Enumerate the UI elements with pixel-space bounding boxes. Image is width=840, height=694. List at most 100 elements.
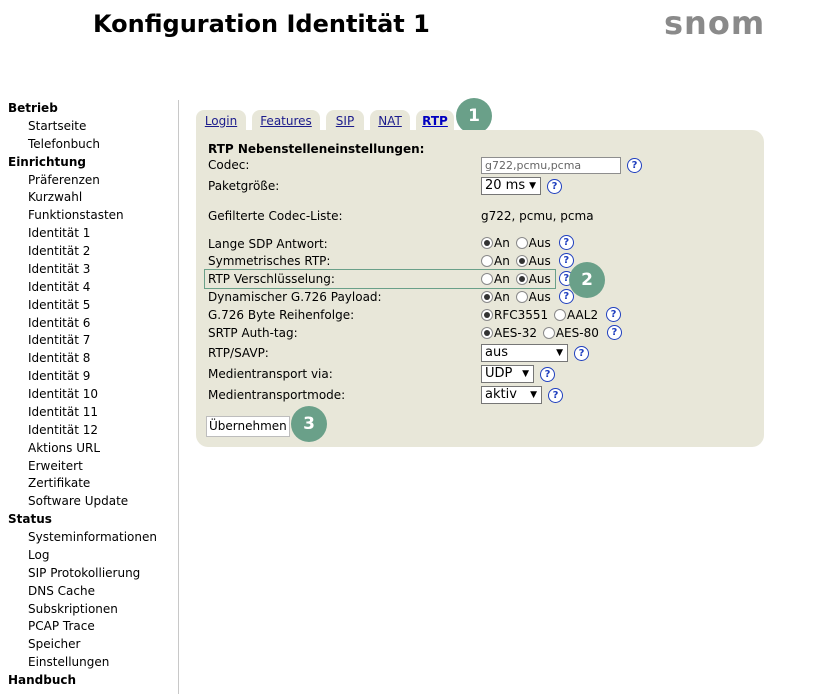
symmetric-rtp-on-radio[interactable] — [481, 254, 493, 267]
sidebar-item[interactable]: Identität 8 — [0, 350, 178, 368]
tab-login[interactable]: Login — [196, 110, 246, 130]
codec-input[interactable]: g722,pcmu,pcma — [481, 157, 621, 174]
sidebar-item[interactable]: Software Update — [0, 493, 178, 511]
g726-payload-help-icon[interactable]: ? — [558, 289, 574, 304]
aal2-radio[interactable] — [554, 308, 566, 321]
sidebar-item[interactable]: Präferenzen — [0, 172, 178, 190]
sidebar-item[interactable]: Identität 11 — [0, 404, 178, 422]
sidebar-link[interactable]: DNS Cache — [28, 584, 95, 598]
media-transport-select[interactable]: UDP ▼ — [481, 365, 534, 383]
sidebar-item[interactable]: Zertifikate — [0, 475, 178, 493]
sidebar-item[interactable]: Identität 6 — [0, 315, 178, 333]
tab-sip[interactable]: SIP — [326, 110, 364, 130]
packet-size-select[interactable]: 20 ms ▼ — [481, 177, 541, 195]
sidebar-item[interactable]: Identität 10 — [0, 386, 178, 404]
sidebar-link[interactable]: PCAP Trace — [28, 619, 95, 633]
aes80-radio[interactable] — [542, 326, 555, 339]
sidebar-item[interactable]: Identität 7 — [0, 332, 178, 350]
sidebar-link[interactable]: Identität 9 — [28, 369, 90, 383]
sidebar-link[interactable]: Identität 10 — [28, 387, 98, 401]
g726-payload-on-radio[interactable] — [481, 290, 493, 303]
symmetric-rtp-help-icon[interactable]: ? — [558, 253, 574, 268]
sidebar-link[interactable]: Aktions URL — [28, 441, 100, 455]
sidebar-link[interactable]: Identität 7 — [28, 333, 90, 347]
g726-payload-off-radio[interactable] — [515, 290, 528, 303]
tab-rtp-link[interactable]: RTP — [422, 114, 448, 128]
sidebar-link[interactable]: Log — [28, 548, 49, 562]
media-transport-mode-select[interactable]: aktiv ▼ — [481, 386, 542, 404]
sidebar-item[interactable]: Speicher — [0, 636, 178, 654]
sidebar-item[interactable]: Identität 9 — [0, 368, 178, 386]
tab-nat-link[interactable]: NAT — [378, 114, 402, 128]
rtp-savp-select[interactable]: aus ▼ — [481, 344, 568, 362]
sidebar-item[interactable]: Identität 1 — [0, 225, 178, 243]
rtp-savp-help-icon[interactable]: ? — [574, 345, 589, 361]
sidebar-link[interactable]: Software Update — [28, 494, 128, 508]
packet-size-help-icon[interactable]: ? — [547, 178, 562, 194]
aes32-radio[interactable] — [481, 326, 493, 339]
long-sdp-on-radio[interactable] — [481, 236, 493, 249]
sidebar-link[interactable]: Startseite — [28, 119, 86, 133]
rfc3551-radio[interactable] — [481, 308, 493, 321]
sidebar-link[interactable]: Kurzwahl — [28, 190, 82, 204]
sidebar-item[interactable]: Erweitert — [0, 458, 178, 476]
media-transport-mode-help-icon[interactable]: ? — [548, 387, 563, 403]
long-sdp-off-label: Aus — [528, 235, 551, 250]
sidebar-link[interactable]: Identität 12 — [28, 423, 98, 437]
sidebar-link[interactable]: Zertifikate — [28, 476, 90, 490]
sidebar-link[interactable]: Speicher — [28, 637, 80, 651]
tab-features[interactable]: Features — [252, 110, 320, 130]
sidebar-link[interactable]: Präferenzen — [28, 173, 100, 187]
sidebar-link[interactable]: Identität 1 — [28, 226, 90, 240]
sidebar-link[interactable]: Identität 11 — [28, 405, 98, 419]
sidebar-item[interactable]: Aktions URL — [0, 440, 178, 458]
sidebar-item[interactable]: Einstellungen — [0, 654, 178, 672]
sidebar-item[interactable]: Startseite — [0, 118, 178, 136]
sidebar-item[interactable]: SIP Protokollierung — [0, 565, 178, 583]
sidebar-item[interactable]: Identität 3 — [0, 261, 178, 279]
sidebar-link[interactable]: Funktionstasten — [28, 208, 124, 222]
sidebar-link[interactable]: Identität 3 — [28, 262, 90, 276]
sidebar-item[interactable]: Telefonbuch — [0, 136, 178, 154]
sidebar-link[interactable]: Einstellungen — [28, 655, 109, 669]
sidebar-link[interactable]: Identität 4 — [28, 280, 90, 294]
rtp-encryption-on-radio[interactable] — [481, 272, 493, 285]
sidebar-item[interactable]: Funktionstasten — [0, 207, 178, 225]
rtp-encryption-off-radio[interactable] — [515, 272, 528, 285]
long-sdp-label: Lange SDP Antwort: — [208, 237, 328, 251]
sidebar-item[interactable]: Systeminformationen — [0, 529, 178, 547]
sidebar-link[interactable]: SIP Protokollierung — [28, 566, 140, 580]
sidebar-link[interactable]: Identität 6 — [28, 316, 90, 330]
g726-byte-order-help-icon[interactable]: ? — [606, 307, 622, 322]
sidebar-item[interactable]: Kurzwahl — [0, 189, 178, 207]
sidebar-link[interactable]: Identität 8 — [28, 351, 90, 365]
sidebar-link[interactable]: Erweitert — [28, 459, 83, 473]
sidebar-item[interactable]: Identität 4 — [0, 279, 178, 297]
rtp-savp-label: RTP/SAVP: — [208, 346, 269, 360]
sidebar-item[interactable]: Log — [0, 547, 178, 565]
long-sdp-off-radio[interactable] — [515, 236, 528, 249]
tab-rtp[interactable]: RTP — [416, 110, 454, 130]
apply-button[interactable]: Übernehmen — [206, 416, 290, 437]
sidebar-link[interactable]: Identität 2 — [28, 244, 90, 258]
sidebar-link[interactable]: Telefonbuch — [28, 137, 100, 151]
sidebar-item[interactable]: Identität 2 — [0, 243, 178, 261]
symmetric-rtp-off-radio[interactable] — [515, 254, 528, 267]
codec-help-icon[interactable]: ? — [627, 158, 642, 173]
media-transport-help-icon[interactable]: ? — [540, 366, 555, 382]
long-sdp-help-icon[interactable]: ? — [558, 235, 574, 250]
tab-login-link[interactable]: Login — [205, 114, 237, 128]
tab-features-link[interactable]: Features — [260, 114, 312, 128]
sidebar-link[interactable]: Subskriptionen — [28, 602, 118, 616]
sidebar-item[interactable]: Identität 12 — [0, 422, 178, 440]
sidebar-link[interactable]: Identität 5 — [28, 298, 90, 312]
g726-payload-on-label: An — [494, 289, 510, 304]
tab-sip-link[interactable]: SIP — [336, 114, 354, 128]
sidebar-item[interactable]: DNS Cache — [0, 583, 178, 601]
sidebar-item[interactable]: PCAP Trace — [0, 618, 178, 636]
sidebar-item[interactable]: Subskriptionen — [0, 601, 178, 619]
sidebar-link[interactable]: Systeminformationen — [28, 530, 157, 544]
sidebar-item[interactable]: Identität 5 — [0, 297, 178, 315]
tab-nat[interactable]: NAT — [370, 110, 410, 130]
srtp-auth-tag-help-icon[interactable]: ? — [606, 325, 622, 340]
